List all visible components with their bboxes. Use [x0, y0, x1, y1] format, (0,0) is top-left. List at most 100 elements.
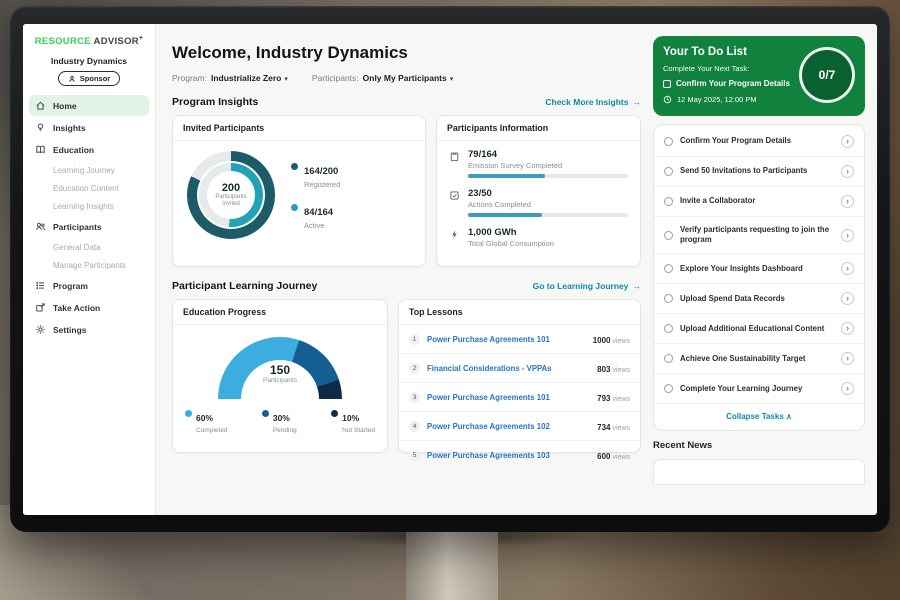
legend-value: 60%	[196, 413, 213, 423]
task-checkbox[interactable]	[664, 384, 673, 393]
todo-next-task[interactable]: Confirm Your Program Details	[663, 79, 791, 88]
task-checkbox[interactable]	[664, 167, 673, 176]
task-checkbox[interactable]	[664, 354, 673, 363]
program-insights-header: Program Insights Check More Insights →	[172, 96, 641, 108]
lesson-row[interactable]: 5 Power Purchase Agreements 103 600views	[399, 441, 640, 469]
sidebar-item-learning-journey[interactable]: Learning Journey	[29, 161, 149, 179]
lesson-link[interactable]: Financial Considerations - VPPAs	[427, 364, 590, 373]
chevron-right-icon[interactable]: ›	[841, 165, 854, 178]
sidebar-item-settings[interactable]: Settings	[29, 319, 149, 340]
todo-title: Your To Do List	[663, 46, 791, 58]
lightbulb-icon	[35, 122, 46, 133]
sidebar-item-insights[interactable]: Insights	[29, 117, 149, 138]
legend-dot	[262, 410, 269, 417]
participants-filter-value: Only My Participants	[363, 73, 447, 83]
collapse-label: Collapse Tasks	[726, 412, 784, 421]
background: RESOURCE ADVISOR+ Industry Dynamics Spon…	[0, 0, 900, 600]
chevron-right-icon[interactable]: ›	[841, 135, 854, 148]
task-checkbox[interactable]	[664, 231, 673, 240]
checkbox-icon[interactable]	[663, 80, 671, 88]
lesson-row[interactable]: 4 Power Purchase Agreements 102 734views	[399, 412, 640, 441]
invited-donut: 200 Participants Invited	[187, 151, 275, 239]
clock-icon	[663, 95, 672, 104]
chevron-right-icon[interactable]: ›	[841, 292, 854, 305]
list-icon	[35, 280, 46, 291]
chevron-right-icon[interactable]: ›	[841, 195, 854, 208]
collapse-tasks-link[interactable]: Collapse Tasks ∧	[654, 404, 864, 430]
lesson-link[interactable]: Power Purchase Agreements 101	[427, 393, 590, 402]
arrow-right-icon: →	[633, 97, 642, 107]
views-count: 793	[597, 394, 610, 403]
card-title: Participants Information	[437, 116, 640, 141]
gauge-center-label: Participants	[218, 377, 342, 384]
lesson-link[interactable]: Power Purchase Agreements 101	[427, 335, 586, 344]
task-checkbox[interactable]	[664, 197, 673, 206]
chevron-right-icon[interactable]: ›	[841, 352, 854, 365]
sidebar-item-general-data[interactable]: General Data	[29, 238, 149, 256]
sidebar-item-education-content[interactable]: Education Content	[29, 179, 149, 197]
task-label: Achieve One Sustainability Target	[680, 354, 834, 364]
task-checkbox[interactable]	[664, 264, 673, 273]
app-logo: RESOURCE ADVISOR+	[23, 35, 155, 47]
insights-cards-row: Invited Participants 200 Participants In…	[172, 115, 641, 267]
rank-badge: 1	[409, 334, 420, 345]
go-to-learning-journey-link[interactable]: Go to Learning Journey →	[533, 281, 641, 291]
legend-dot	[291, 204, 298, 211]
donut-center-value: 200	[222, 182, 240, 194]
task-item[interactable]: Confirm Your Program Details ›	[654, 127, 864, 157]
progress-track	[468, 174, 628, 178]
sidebar-item-manage-participants[interactable]: Manage Participants	[29, 256, 149, 274]
task-checkbox[interactable]	[664, 294, 673, 303]
recent-news-title: Recent News	[653, 440, 865, 451]
lesson-row[interactable]: 2 Financial Considerations - VPPAs 803vi…	[399, 354, 640, 383]
task-checkbox[interactable]	[664, 324, 673, 333]
task-item[interactable]: Explore Your Insights Dashboard ›	[654, 254, 864, 284]
legend-registered: 164/200 Registered	[291, 161, 340, 189]
learning-journey-header: Participant Learning Journey Go to Learn…	[172, 280, 641, 292]
sponsor-badge[interactable]: Sponsor	[58, 71, 120, 86]
education-gauge: 150 Participants	[218, 337, 342, 399]
participants-filter[interactable]: Participants:Only My Participants▾	[312, 73, 453, 83]
logo-primary: RESOURCE	[35, 36, 91, 47]
task-item[interactable]: Upload Additional Educational Content ›	[654, 314, 864, 344]
org-name: Industry Dynamics	[23, 56, 155, 66]
sidebar-item-participants[interactable]: Participants	[29, 216, 149, 237]
logo-secondary: ADVISOR	[94, 36, 139, 47]
chevron-right-icon[interactable]: ›	[841, 382, 854, 395]
legend-label: Active	[304, 221, 333, 230]
todo-progress-value: 0/7	[819, 68, 836, 82]
todo-next-task-label: Confirm Your Program Details	[676, 79, 790, 88]
task-label: Send 50 Invitations to Participants	[680, 166, 834, 176]
lesson-link[interactable]: Power Purchase Agreements 102	[427, 422, 590, 431]
task-item[interactable]: Invite a Collaborator ›	[654, 187, 864, 217]
task-item[interactable]: Verify participants requesting to join t…	[654, 217, 864, 254]
todo-progress-ring: 0/7	[799, 47, 855, 103]
lesson-link[interactable]: Power Purchase Agreements 103	[427, 451, 590, 460]
task-item[interactable]: Complete Your Learning Journey ›	[654, 374, 864, 404]
sidebar-item-label: Settings	[53, 325, 87, 335]
task-item[interactable]: Upload Spend Data Records ›	[654, 284, 864, 314]
sidebar-item-home[interactable]: Home	[29, 95, 149, 116]
sidebar-item-label: Home	[53, 101, 77, 111]
book-icon	[35, 144, 46, 155]
sidebar-item-education[interactable]: Education	[29, 139, 149, 160]
views-suffix: views	[612, 396, 630, 403]
education-progress-card: Education Progress 150 Participants	[172, 299, 388, 453]
chevron-right-icon[interactable]: ›	[841, 262, 854, 275]
sidebar-item-program[interactable]: Program	[29, 275, 149, 296]
program-filter[interactable]: Program:Industrialize Zero▾	[172, 73, 288, 83]
metric-value: 23/50	[468, 188, 628, 199]
sidebar-item-learning-insights[interactable]: Learning Insights	[29, 197, 149, 215]
task-item[interactable]: Achieve One Sustainability Target ›	[654, 344, 864, 374]
task-checkbox[interactable]	[664, 137, 673, 146]
rank-badge: 3	[409, 392, 420, 403]
check-more-insights-link[interactable]: Check More Insights →	[545, 97, 641, 107]
task-item[interactable]: Send 50 Invitations to Participants ›	[654, 157, 864, 187]
metric-value: 79/164	[468, 149, 628, 160]
chevron-right-icon[interactable]: ›	[841, 229, 854, 242]
lesson-row[interactable]: 3 Power Purchase Agreements 101 793views	[399, 383, 640, 412]
lesson-row[interactable]: 1 Power Purchase Agreements 101 1000view…	[399, 325, 640, 354]
todo-task-list: Confirm Your Program Details › Send 50 I…	[653, 124, 865, 431]
chevron-right-icon[interactable]: ›	[841, 322, 854, 335]
sidebar-item-take-action[interactable]: Take Action	[29, 297, 149, 318]
